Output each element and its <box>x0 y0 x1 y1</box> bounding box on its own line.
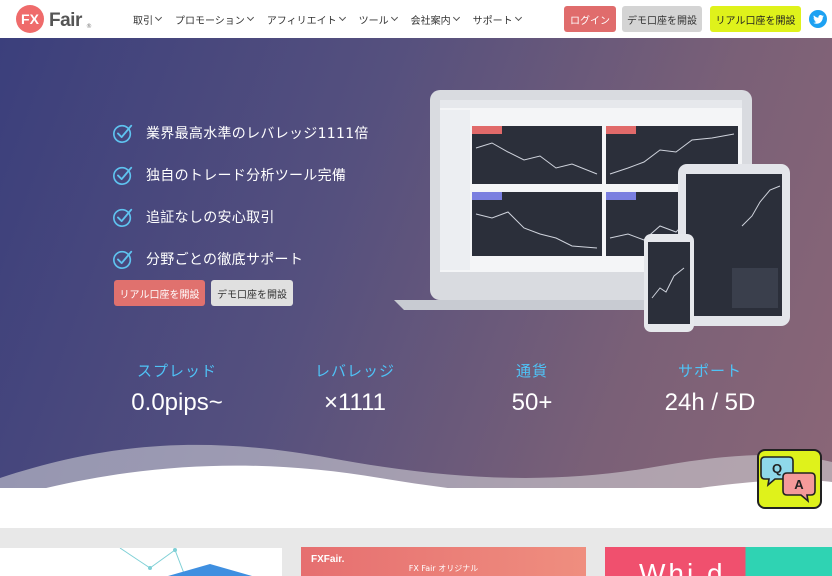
check-circle-icon <box>113 250 133 269</box>
nav-item-tools[interactable]: ツール <box>358 12 398 27</box>
svg-text:FX: FX <box>21 11 40 27</box>
stat-support: サポート 24h / 5D <box>620 360 800 417</box>
fxfair-logo[interactable]: FX Fair ® <box>15 4 95 34</box>
nav-label: ツール <box>358 15 389 27</box>
feature-item: 追証なしの安心取引 <box>112 196 369 238</box>
stat-value: 0.0pips~ <box>131 389 223 416</box>
original-tools-card[interactable]: FXFair. FX Fair オリジナル <box>301 547 586 576</box>
feature-text: 独自のトレード分析ツール完備 <box>146 168 347 184</box>
feature-text: 分野ごとの徹底サポート <box>146 252 304 268</box>
logo-registered-mark: ® <box>86 23 92 30</box>
fx-logo-badge: FX <box>16 5 44 33</box>
site-header: FX Fair ® 取引 プロモーション アフィリエイト ツール 会社案内 サポ… <box>0 0 832 38</box>
open-real-account-button[interactable]: リアル口座を開設 <box>710 6 801 32</box>
qa-chat-button[interactable]: Q A <box>757 449 822 509</box>
check-circle-icon <box>113 124 133 143</box>
feature-card[interactable] <box>0 548 282 576</box>
featured-cards-section: FXFair. FX Fair オリジナル Whi d <box>0 528 832 576</box>
hero-section: 業界最高水準のレバレッジ1111倍 独自のトレード分析ツール完備 追証なしの安心… <box>0 38 832 488</box>
chevron-down-icon <box>154 13 163 22</box>
promo-card[interactable]: Whi d <box>605 547 832 576</box>
feature-text: 追証なしの安心取引 <box>146 210 275 226</box>
chevron-down-icon <box>452 13 460 22</box>
svg-text:A: A <box>794 477 804 492</box>
stat-label: スプレッド <box>136 362 217 380</box>
nav-label: プロモーション <box>175 15 245 27</box>
chevron-down-icon <box>514 13 522 22</box>
feature-list: 業界最高水準のレバレッジ1111倍 独自のトレード分析ツール完備 追証なしの安心… <box>112 112 369 280</box>
check-circle-icon <box>113 208 133 227</box>
logo-wordmark: Fair <box>49 10 82 31</box>
twitter-bird-icon <box>812 14 824 24</box>
stat-leverage: レバレッジ ×1111 <box>265 360 445 417</box>
stat-spread: スプレッド 0.0pips~ <box>87 360 267 417</box>
stat-value: 24h / 5D <box>664 389 756 416</box>
feature-item: 分野ごとの徹底サポート <box>112 238 369 280</box>
chevron-down-icon <box>338 13 346 22</box>
stat-label: レバレッジ <box>314 362 395 380</box>
stat-label: サポート <box>677 362 742 380</box>
open-demo-account-button[interactable]: デモ口座を開設 <box>622 6 702 32</box>
nav-label: アフィリエイト <box>266 15 337 27</box>
stat-value: ×1111 <box>323 389 387 416</box>
nav-item-support[interactable]: サポート <box>472 12 522 27</box>
nav-item-trade[interactable]: 取引 <box>133 12 163 27</box>
nav-item-affiliate[interactable]: アフィリエイト <box>266 12 346 27</box>
nav-item-company[interactable]: 会社案内 <box>410 12 460 27</box>
feature-item: 独自のトレード分析ツール完備 <box>112 154 369 196</box>
nav-label: 会社案内 <box>410 15 451 27</box>
feature-text: 業界最高水準のレバレッジ1111倍 <box>146 126 369 142</box>
card-heading: Whi d <box>639 558 726 576</box>
network-illustration <box>119 548 252 576</box>
main-nav: 取引 プロモーション アフィリエイト ツール 会社案内 サポート <box>133 0 535 38</box>
twitter-icon[interactable] <box>809 10 827 28</box>
stat-label: 通貨 <box>515 362 548 380</box>
nav-label: サポート <box>472 15 513 27</box>
hero-wave-divider <box>0 444 832 488</box>
nav-item-promotion[interactable]: プロモーション <box>175 12 254 27</box>
trading-platform-devices-illustration <box>394 90 790 332</box>
login-button[interactable]: ログイン <box>564 6 616 32</box>
hero-open-real-account-button[interactable]: リアル口座を開設 <box>114 280 205 306</box>
chevron-down-icon <box>246 13 254 22</box>
hero-open-demo-account-button[interactable]: デモ口座を開設 <box>211 280 293 306</box>
card-title: FX Fair オリジナル <box>408 564 479 573</box>
chevron-down-icon <box>390 13 398 22</box>
feature-item: 業界最高水準のレバレッジ1111倍 <box>112 112 369 154</box>
svg-text:Q: Q <box>772 461 782 476</box>
check-circle-icon <box>113 166 133 185</box>
nav-label: 取引 <box>133 15 153 27</box>
qa-bubbles-icon: Q A <box>760 456 816 504</box>
stat-value: 50+ <box>511 389 553 416</box>
stat-currencies: 通貨 50+ <box>442 360 622 417</box>
